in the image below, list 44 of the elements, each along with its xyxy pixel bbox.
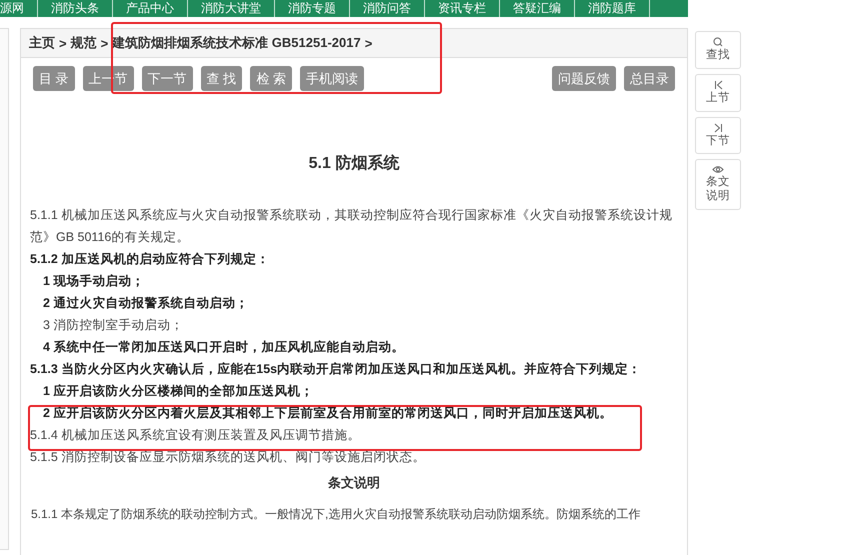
explanation-heading: 条文说明 [327, 474, 381, 492]
nav-link[interactable]: 消防问答 [350, 0, 425, 17]
breadcrumb-link[interactable]: 建筑防烟排烟系统技术标准 GB51251-2017 [112, 34, 361, 52]
clause-text: 5.1.2 加压送风机的启动应符合下列规定： [29, 251, 270, 268]
list-item: 3 消防控制室手动启动； [42, 317, 184, 334]
nav-button[interactable]: 目 录 [33, 66, 75, 91]
side-tool-button[interactable]: 条文说明 [695, 159, 741, 210]
list-item: 2 应开启该防火分区内着火层及其相邻上下层前室及合用前室的常闭送风口，同时开启加压送风机。 [42, 405, 614, 422]
breadcrumb-link[interactable]: 规范 [70, 34, 97, 52]
nav-link[interactable]: 答疑汇编 [500, 0, 575, 17]
breadcrumb-separator: > [364, 36, 372, 50]
clause-text: 5.1.1 机械加压送风系统应与火灾自动报警系统联动，其联动控制应符合现行国家标准《火灾自动报警系统设计规范》GB 50116的有关规定。 [29, 207, 674, 246]
side-tool-button[interactable]: 下节 [695, 116, 741, 154]
nav-link[interactable]: 消防头条 [38, 0, 113, 17]
search-icon [713, 37, 723, 47]
nav-button[interactable]: 手机阅读 [300, 66, 364, 91]
nav-button[interactable]: 检 索 [250, 66, 292, 91]
skip-back-icon [714, 80, 722, 90]
side-tool-button[interactable]: 查找 [695, 31, 741, 69]
breadcrumb-separator: > [100, 36, 108, 50]
clause-text: 5.1.3 当防火分区内火灾确认后，应能在15s内联动开启常闭加压送风口和加压送风机。并应符合下列规定： [29, 361, 642, 378]
clause-text: 5.1.4 机械加压送风系统宜设有测压装置及风压调节措施。 [29, 427, 362, 444]
nav-link[interactable]: 消防题库 [575, 0, 650, 17]
nav-link[interactable]: 消防大讲堂 [188, 0, 275, 17]
nav-link[interactable]: 消防专题 [275, 0, 350, 17]
skip-forward-icon [714, 122, 722, 133]
nav-button[interactable]: 问题反馈 [552, 66, 616, 91]
breadcrumb-link[interactable]: 主页 [29, 34, 55, 52]
nav-link[interactable]: 源网 [0, 0, 38, 17]
eye-icon [712, 165, 724, 174]
list-item: 2 通过火灾自动报警系统自动启动； [42, 295, 250, 312]
list-item: 1 现场手动启动； [42, 273, 146, 290]
side-tool-button[interactable]: 上节 [695, 74, 741, 112]
nav-button[interactable]: 总目录 [624, 66, 675, 91]
list-item: 1 应开启该防火分区楼梯间的全部加压送风机； [42, 383, 314, 400]
clause-text: 5.1.5 消防控制设备应显示防烟系统的送风机、阀门等设施启闭状态。 [29, 449, 426, 466]
explanation-text: 5.1.1 本条规定了防烟系统的联动控制方式。一般情况下,选用火灾自动报警系统联动启动防烟系统。防烟系统的工作 [30, 506, 642, 523]
section-title: 5.1 防烟系统 [308, 153, 400, 174]
breadcrumb-separator: > [59, 36, 67, 50]
nav-link[interactable]: 资讯专栏 [425, 0, 500, 17]
nav-link[interactable]: 产品中心 [113, 0, 188, 17]
list-item: 4 系统中任一常闭加压送风口开启时，加压风机应能自动启动。 [42, 339, 406, 356]
nav-button[interactable]: 查 找 [200, 66, 242, 91]
nav-button[interactable]: 下一节 [142, 66, 193, 91]
